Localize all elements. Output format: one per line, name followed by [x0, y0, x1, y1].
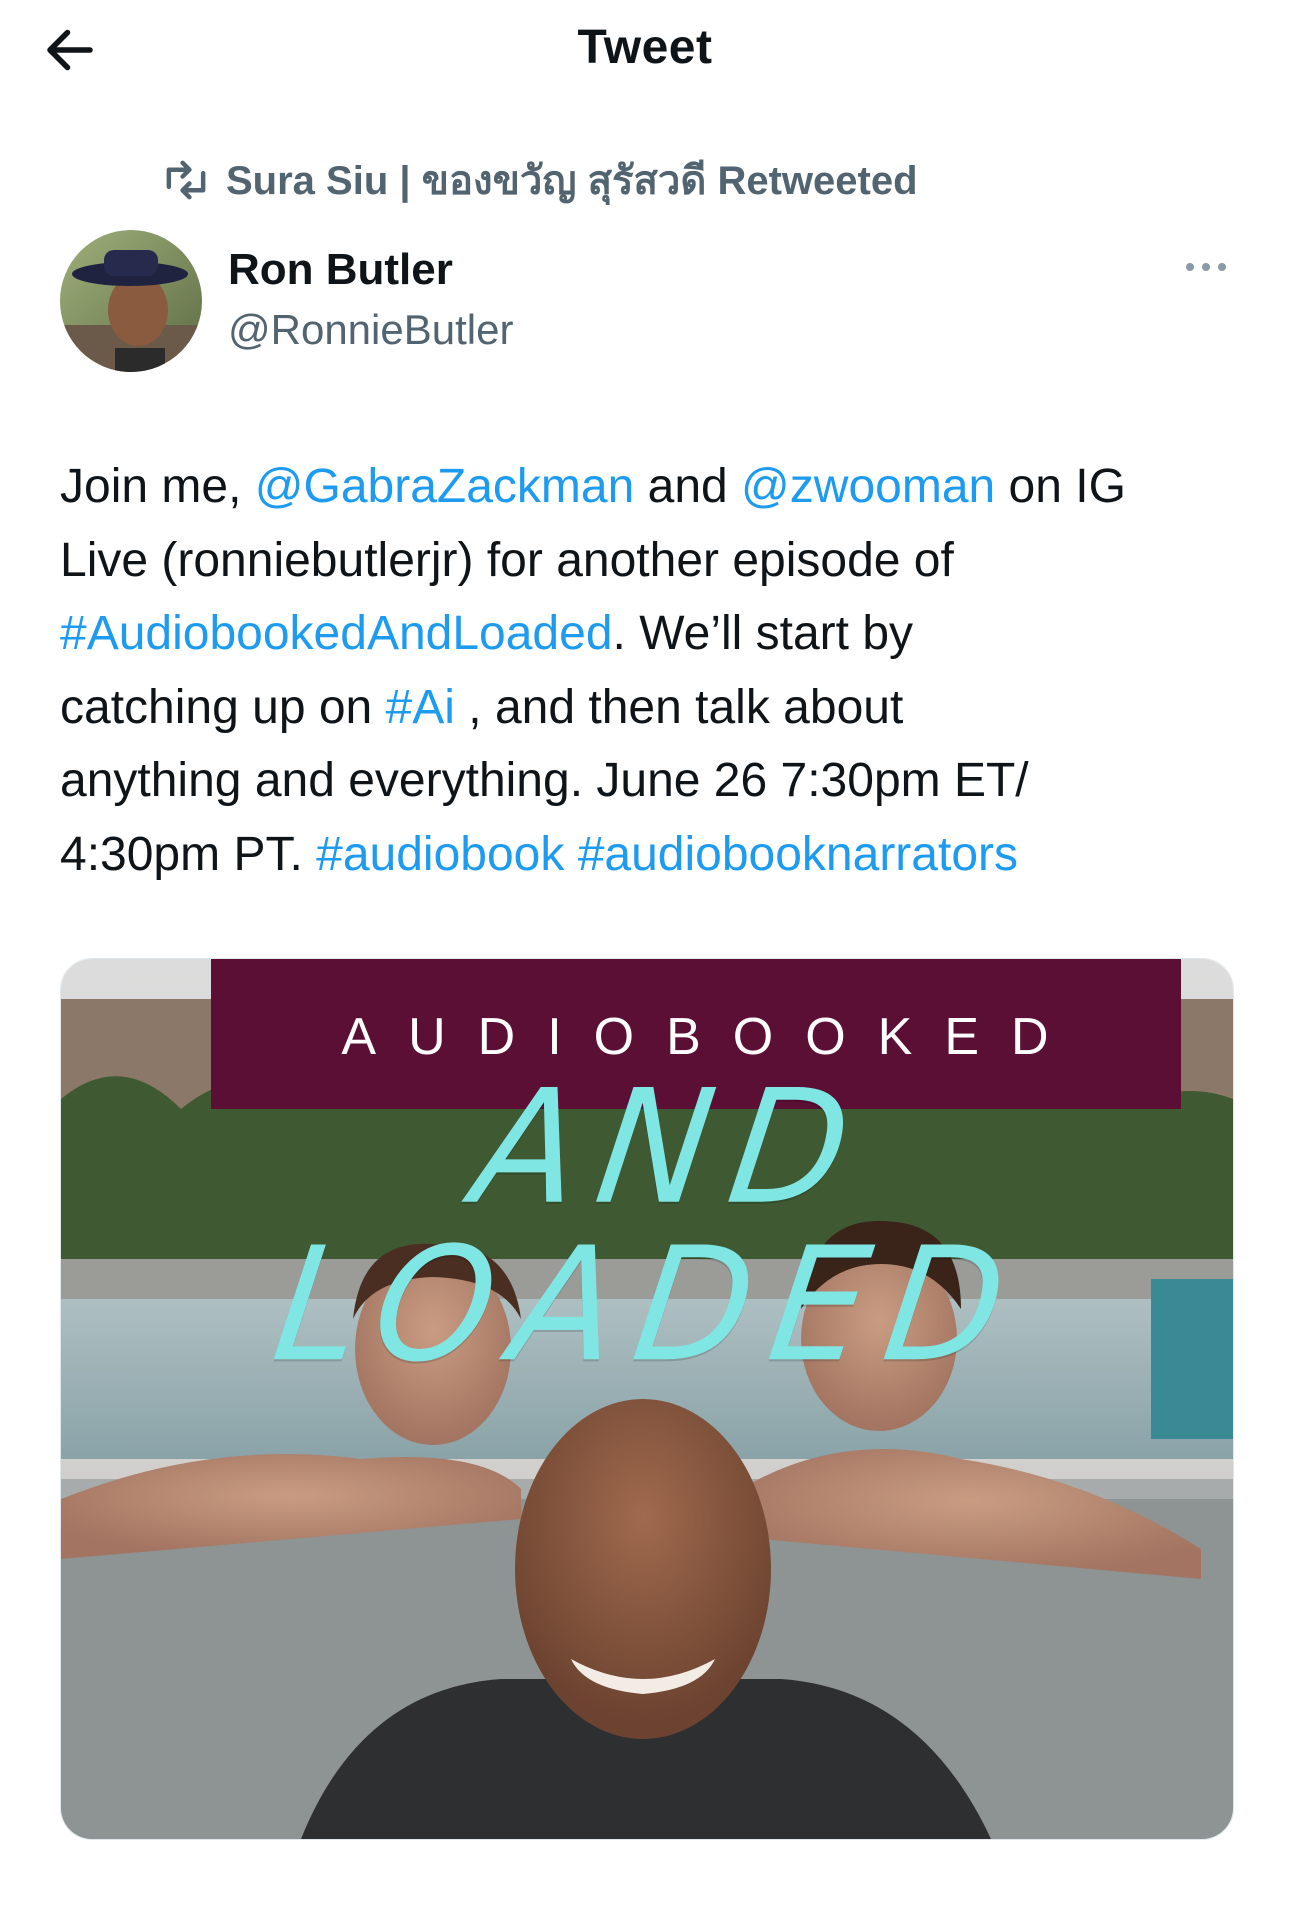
avatar-image	[60, 230, 202, 372]
top-bar: Tweet	[0, 0, 1290, 100]
text-segment: catching up on	[60, 680, 386, 734]
tweet-line: anything and everything. June 26 7:30pm …	[60, 744, 1240, 818]
tweet-line: 4:30pm PT. #audiobook #audiobooknarrator…	[60, 818, 1240, 892]
text-segment	[564, 828, 577, 881]
text-segment: Live (ronniebutlerjr) for another episod…	[60, 533, 954, 587]
tweet-line: catching up on #Ai , and then talk about	[60, 671, 1240, 745]
tweet-line: Live (ronniebutlerjr) for another episod…	[60, 524, 1240, 598]
text-segment: Join me,	[60, 460, 255, 513]
avatar[interactable]	[60, 230, 202, 372]
page-title: Tweet	[577, 21, 713, 74]
mention-link[interactable]: @zwooman	[741, 460, 995, 513]
text-segment: . We’ll start by	[612, 607, 914, 660]
hashtag-link[interactable]: #audiobooknarrators	[578, 828, 1018, 881]
tweet-line: Join me, @GabraZackman and @zwooman on I…	[60, 450, 1240, 524]
more-options-button[interactable]	[1182, 255, 1230, 279]
text-segment: 4:30pm PT.	[60, 827, 317, 881]
retweet-icon	[166, 160, 206, 200]
retweet-context[interactable]: Sura Siu | ของขวัญ สุรัสวดี Retweeted	[162, 152, 918, 208]
script-title: AND LOADED	[264, 1056, 1036, 1398]
text-segment: and	[634, 460, 742, 513]
author-handle[interactable]: @RonnieButler	[228, 306, 513, 354]
hashtag-link[interactable]: #AudiobookedAndLoaded	[60, 607, 613, 660]
text-segment: , and then talk about	[454, 680, 904, 734]
hashtag-link[interactable]: #Ai	[386, 681, 455, 734]
text-segment: anything and everything. June 26 7:30pm …	[60, 754, 1029, 807]
text-segment: on IG	[995, 460, 1126, 513]
retweet-text: Sura Siu | ของขวัญ สุรัสวดี Retweeted	[226, 159, 918, 203]
author-display-name[interactable]: Ron Butler	[228, 245, 453, 295]
more-dots-icon	[1186, 263, 1226, 271]
tweet-text: Join me, @GabraZackman and @zwooman on I…	[60, 450, 1240, 891]
tweet-media-image[interactable]: AUDIOBOOKED AND LOADED	[60, 958, 1234, 1840]
tweet-line: #AudiobookedAndLoaded. We’ll start by	[60, 597, 1240, 671]
mention-link[interactable]: @GabraZackman	[255, 460, 635, 513]
hashtag-link[interactable]: #audiobook	[316, 828, 564, 881]
